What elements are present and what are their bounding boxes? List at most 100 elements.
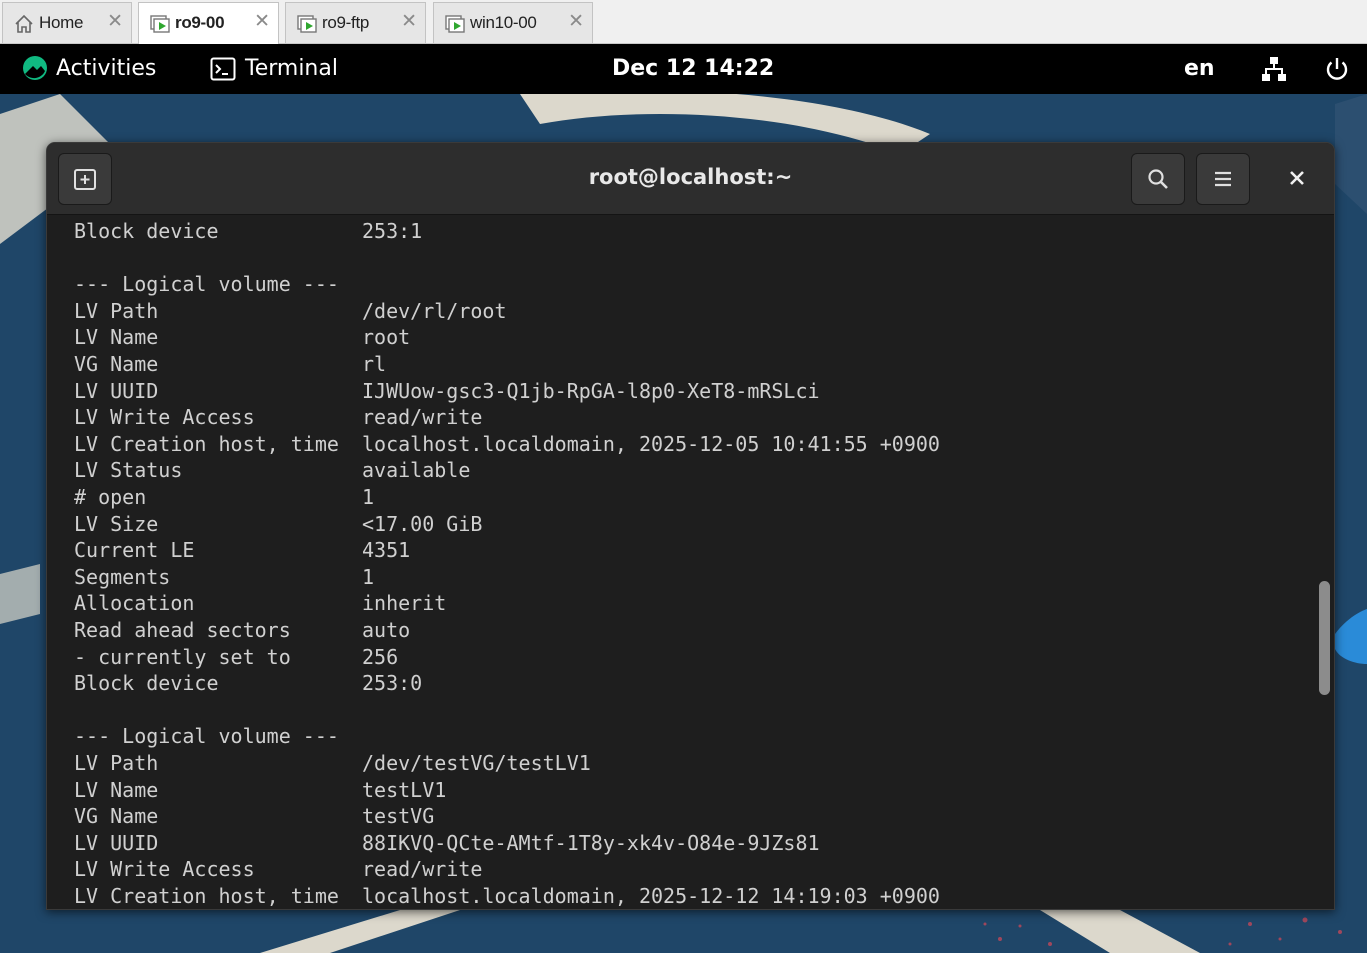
- field-value: testVG: [362, 804, 435, 829]
- network-icon[interactable]: [1260, 55, 1288, 83]
- vm-tab-ro9-ftp[interactable]: ro9-ftp ✕: [285, 2, 426, 43]
- field-name: LV Size: [74, 511, 159, 536]
- field-name: LV UUID: [74, 378, 159, 403]
- vm-tab-label: win10-00: [470, 13, 537, 32]
- terminal-line: LV UUID 88IKVQ-QCte-AMtf-1T8y-xk4v-O84e-9…: [74, 830, 820, 856]
- field-value: available: [362, 458, 471, 483]
- gnome-top-bar: Activities Terminal Dec 12 14:22 en: [0, 44, 1367, 94]
- window-header-bar: root@localhost:~: [47, 143, 1334, 215]
- vm-icon: [297, 15, 317, 33]
- field-value: 253:0: [362, 671, 423, 696]
- field-name: LV UUID: [74, 830, 159, 855]
- section-header: --- Logical volume ---: [74, 724, 339, 749]
- field-value: inherit: [362, 591, 447, 616]
- terminal-line: --- Logical volume ---: [74, 723, 339, 749]
- field-value: localhost.localdomain, 2025-12-05 10:41:…: [362, 431, 940, 456]
- field-name: Block device: [74, 219, 219, 243]
- app-menu-label: Terminal: [245, 56, 338, 81]
- menu-button[interactable]: [1196, 153, 1250, 205]
- terminal-line: Block device 253:1: [74, 218, 422, 244]
- field-value: localhost.localdomain, 2025-12-12 14:19:…: [362, 884, 940, 908]
- field-value: IJWUow-gsc3-Q1jb-RpGA-l8p0-XeT8-mRSLci: [362, 378, 820, 403]
- terminal-line: LV Status available: [74, 457, 470, 483]
- search-button[interactable]: [1131, 153, 1185, 205]
- field-value: 253:1: [362, 219, 423, 243]
- vm-tab-label: ro9-ftp: [322, 13, 370, 32]
- terminal-line: # open 1: [74, 484, 374, 510]
- field-name: Block device: [74, 671, 219, 696]
- terminal-icon: [210, 57, 236, 81]
- field-name: LV Name: [74, 325, 159, 350]
- close-icon[interactable]: ✕: [401, 10, 417, 33]
- power-icon[interactable]: [1323, 55, 1351, 83]
- vm-icon: [445, 15, 465, 33]
- clock[interactable]: Dec 12 14:22: [612, 56, 774, 81]
- field-value: <17.00 GiB: [362, 511, 483, 536]
- search-icon: [1148, 169, 1168, 189]
- close-icon[interactable]: ✕: [254, 10, 270, 33]
- vm-tab-ro9-00[interactable]: ro9-00 ✕: [138, 2, 279, 44]
- terminal-line: LV Name root: [74, 324, 410, 350]
- field-name: LV Creation host, time: [74, 431, 339, 456]
- terminal-line: LV UUID IJWUow-gsc3-Q1jb-RpGA-l8p0-XeT8-m…: [74, 378, 820, 404]
- close-icon[interactable]: ✕: [107, 10, 123, 33]
- terminal-line: LV Write Access read/write: [74, 404, 482, 430]
- field-value: root: [362, 325, 411, 350]
- field-name: - currently set to: [74, 644, 291, 669]
- terminal-line: LV Write Access read/write: [74, 856, 482, 882]
- terminal-line: VG Name testVG: [74, 803, 434, 829]
- field-value: 88IKVQ-QCte-AMtf-1T8y-xk4v-O84e-9JZs81: [362, 830, 820, 855]
- terminal-line: LV Creation host, time localhost.localdom…: [74, 431, 940, 457]
- vm-tab-strip: Home ✕ ro9-00 ✕ ro9-ftp ✕ win10-00 ✕: [0, 0, 1367, 44]
- field-value: /dev/rl/root: [362, 298, 507, 323]
- terminal-line: LV Size <17.00 GiB: [74, 511, 482, 537]
- terminal-line: LV Path/dev/testVG/testLV1: [74, 750, 591, 776]
- field-value: 256: [362, 644, 399, 669]
- field-name: LV Path: [74, 751, 159, 775]
- field-name: VG Name: [74, 352, 159, 376]
- field-name: LV Status: [74, 458, 183, 483]
- terminal-line: - currently set to 256: [74, 644, 398, 670]
- vm-tab-home[interactable]: Home ✕: [2, 2, 132, 43]
- terminal-line: Current LE 4351: [74, 537, 410, 563]
- vm-tab-label: ro9-00: [175, 13, 225, 32]
- terminal-line: LV Path/dev/rl/root: [74, 298, 507, 324]
- terminal-line: VG Name rl: [74, 351, 386, 377]
- terminal-line: LV Name testLV1: [74, 777, 446, 803]
- terminal-window: root@localhost:~ Block device 253:1 --- L…: [46, 142, 1335, 910]
- vm-icon: [150, 15, 170, 33]
- terminal-output[interactable]: Block device 253:1 --- Logical volume ---…: [47, 215, 1317, 909]
- terminal-line: Block device 253:0: [74, 670, 422, 696]
- field-value: auto: [362, 618, 411, 642]
- field-value: read/write: [362, 857, 483, 882]
- field-name: Current LE: [74, 538, 195, 563]
- vm-tab-label: Home: [39, 13, 84, 32]
- field-name: Read ahead sectors: [74, 618, 291, 642]
- vm-tab-win10-00[interactable]: win10-00 ✕: [433, 2, 593, 43]
- terminal-line: Segments 1: [74, 564, 374, 590]
- scrollbar-track[interactable]: [1317, 215, 1334, 909]
- field-name: LV Path: [74, 298, 159, 323]
- field-value: rl: [362, 352, 387, 376]
- activities-label: Activities: [56, 56, 157, 81]
- field-value: 1: [362, 564, 375, 589]
- home-icon: [15, 14, 33, 33]
- field-name: Allocation: [74, 591, 195, 616]
- field-value: 4351: [362, 538, 411, 563]
- field-name: LV Name: [74, 777, 159, 802]
- terminal-line: Allocation inherit: [74, 590, 446, 616]
- rocky-logo-icon: [23, 56, 47, 80]
- keyboard-layout-indicator[interactable]: en: [1184, 56, 1215, 81]
- field-name: Segments: [74, 564, 171, 589]
- field-name: LV Creation host, time: [74, 884, 339, 908]
- terminal-line: Read ahead sectors auto: [74, 617, 410, 643]
- field-value: /dev/testVG/testLV1: [362, 751, 591, 775]
- field-value: read/write: [362, 405, 483, 430]
- close-icon[interactable]: ✕: [568, 10, 584, 33]
- scrollbar-thumb[interactable]: [1319, 581, 1330, 695]
- close-window-icon[interactable]: [1282, 163, 1312, 193]
- field-value: 1: [362, 485, 375, 509]
- terminal-line: LV Creation host, time localhost.localdom…: [74, 883, 940, 909]
- field-name: VG Name: [74, 804, 159, 829]
- hamburger-menu-icon: [1215, 171, 1231, 187]
